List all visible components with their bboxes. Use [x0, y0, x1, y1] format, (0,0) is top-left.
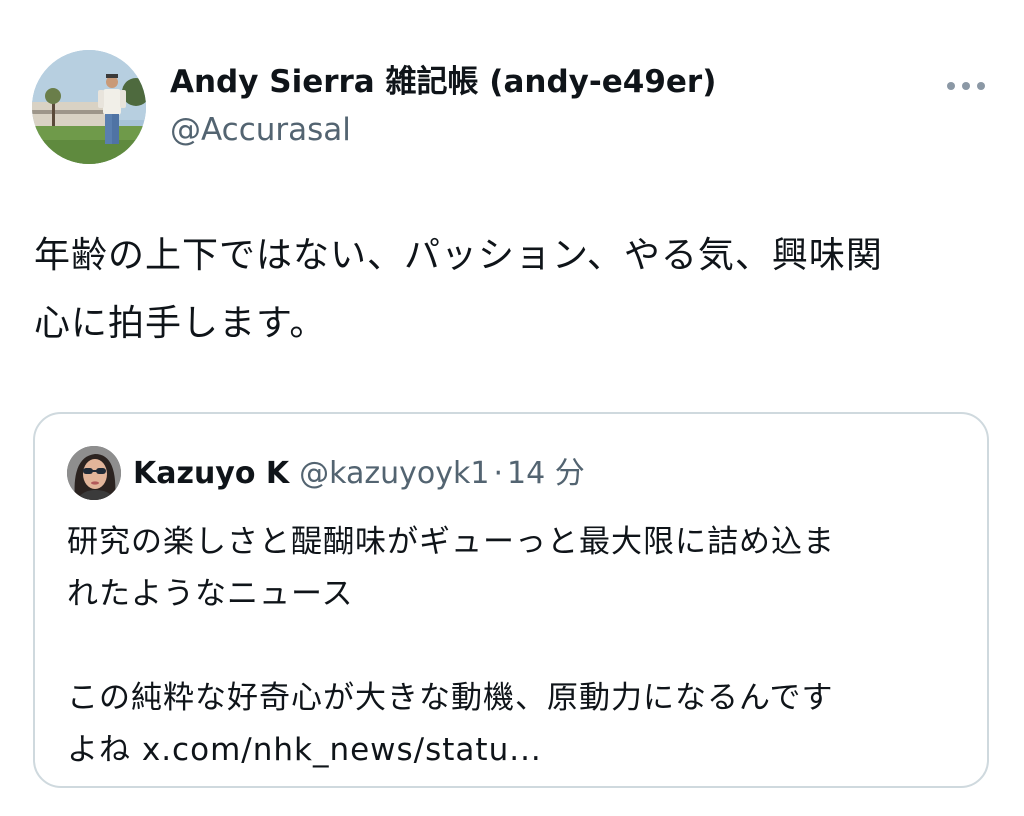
- author-avatar-photo: [32, 50, 146, 164]
- more-options-button[interactable]: [938, 66, 994, 106]
- quoted-tweet-timestamp[interactable]: 14 分: [507, 456, 585, 491]
- quoted-author-avatar-photo: [67, 446, 121, 500]
- quoted-tweet-text: 研究の楽しさと醍醐味がギューっと最大限に詰め込ま れたようなニュース この純粋な…: [67, 516, 967, 776]
- quoted-tweet-header: Kazuyo K @kazuyoyk1 · 14 分: [133, 454, 585, 494]
- quoted-author-name[interactable]: Kazuyo K: [133, 456, 289, 491]
- author-avatar[interactable]: [32, 50, 146, 164]
- quoted-author-avatar[interactable]: [67, 446, 121, 500]
- more-dots-icon: [947, 82, 985, 90]
- quoted-author-handle[interactable]: @kazuyoyk1: [299, 456, 489, 491]
- author-handle[interactable]: @Accurasal: [170, 110, 351, 150]
- author-name[interactable]: Andy Sierra 雑記帳 (andy-e49er): [170, 62, 716, 102]
- quoted-tweet-paragraph: 研究の楽しさと醍醐味がギューっと最大限に詰め込ま れたようなニュース: [67, 524, 835, 612]
- quoted-tweet-paragraph: この純粋な好奇心が大きな動機、原動力になるんです よね x.com/nhk_ne…: [67, 680, 834, 768]
- quoted-tweet-card[interactable]: Kazuyo K @kazuyoyk1 · 14 分 研究の楽しさと醍醐味がギューっと…: [33, 412, 989, 788]
- tweet-text: 年齢の上下ではない、パッション、やる気、興味関 心に拍手します。: [34, 235, 883, 344]
- quoted-header-separator: ·: [493, 456, 504, 491]
